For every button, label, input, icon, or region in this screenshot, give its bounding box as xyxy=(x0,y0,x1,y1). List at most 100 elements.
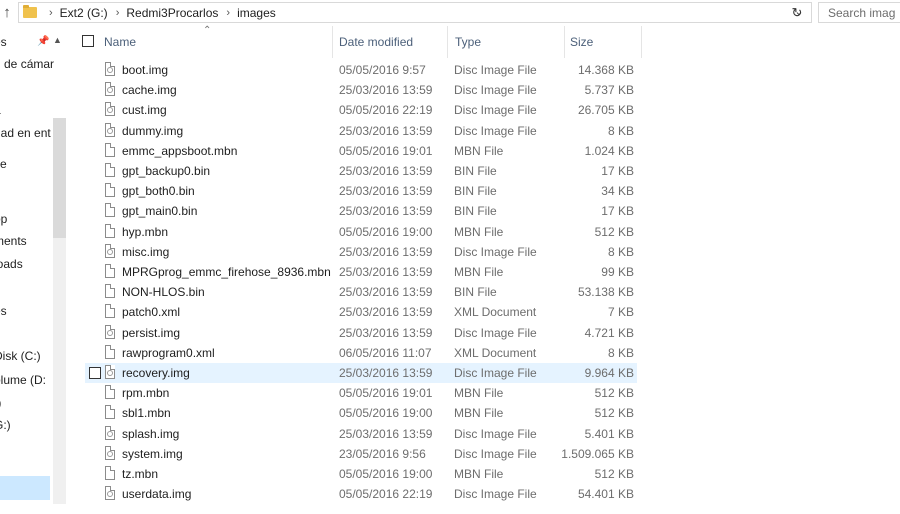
nav-item[interactable]: a xyxy=(0,100,1,120)
breadcrumb-item-folder[interactable]: Redmi3Procarlos xyxy=(126,6,218,20)
disc-icon-detail xyxy=(107,450,113,457)
file-size: 1.509.065 KB xyxy=(561,446,634,461)
column-header-name[interactable]: Name xyxy=(96,26,333,58)
nav-item[interactable]: n de cámar xyxy=(0,54,54,74)
nav-scrollbar-thumb[interactable] xyxy=(53,118,66,238)
file-type: BIN File xyxy=(454,204,497,219)
file-row[interactable]: gpt_both0.bin 25/03/2016 13:59 BIN File 34 … xyxy=(85,181,637,201)
file-row[interactable]: misc.img 25/03/2016 13:59 Disc Image File 8… xyxy=(85,242,637,262)
file-date: 25/03/2016 13:59 xyxy=(339,285,433,300)
file-name: MPRGprog_emmc_firehose_8936.mbn xyxy=(122,265,331,279)
file-size: 54.401 KB xyxy=(577,487,634,502)
xml-icon xyxy=(105,344,115,359)
nav-item[interactable]: G:) xyxy=(0,415,11,435)
file-date: 05/05/2016 19:00 xyxy=(339,224,433,239)
file-row[interactable]: system.img 23/05/2016 9:56 Disc Image File… xyxy=(85,444,637,464)
column-header-row: ⌃ Name Date modified Type Size xyxy=(80,25,642,58)
file-type: MBN File xyxy=(454,406,504,421)
file-date: 25/03/2016 13:59 xyxy=(339,366,433,380)
column-header-size[interactable]: Size xyxy=(562,26,642,58)
file-row[interactable]: emmc_appsboot.mbn 05/05/2016 19:01 MBN Fil… xyxy=(85,141,637,161)
file-name: rawprogram0.xml xyxy=(122,345,215,360)
file-row[interactable]: patch0.xml 25/03/2016 13:59 XML Document 7 … xyxy=(85,302,637,322)
column-header-type[interactable]: Type xyxy=(447,26,565,58)
file-size: 14.368 KB xyxy=(577,63,634,77)
file-date: 23/05/2016 9:56 xyxy=(339,446,426,461)
refresh-icon[interactable]: ↻ xyxy=(787,2,807,23)
file-name: misc.img xyxy=(122,244,170,259)
nav-item[interactable]: op xyxy=(0,209,7,229)
file-size: 512 KB xyxy=(594,224,634,239)
nav-item[interactable]: es xyxy=(0,32,7,52)
row-checkbox[interactable] xyxy=(89,367,101,379)
nav-item[interactable]: Disk (C:) xyxy=(0,346,41,366)
disc-image-icon xyxy=(105,324,115,339)
file-row[interactable]: gpt_backup0.bin 25/03/2016 13:59 BIN File 1… xyxy=(85,161,637,181)
file-type: Disc Image File xyxy=(454,366,537,380)
pin-icon[interactable]: 📌 xyxy=(37,36,49,47)
file-type: BIN File xyxy=(454,184,497,199)
column-header-date[interactable]: Date modified xyxy=(331,26,448,58)
file-size: 512 KB xyxy=(594,467,634,481)
file-size: 5.401 KB xyxy=(584,426,634,441)
file-name: NON-HLOS.bin xyxy=(122,285,205,300)
select-all-checkbox[interactable] xyxy=(82,35,94,47)
file-row[interactable]: persist.img 25/03/2016 13:59 Disc Image Fi… xyxy=(85,323,637,343)
file-row[interactable]: MPRGprog_emmc_firehose_8936.mbn 25/03/201… xyxy=(85,262,637,282)
file-name: boot.img xyxy=(122,63,169,77)
nav-item[interactable]: :) xyxy=(0,393,1,413)
file-date: 25/03/2016 13:59 xyxy=(339,325,433,340)
file-name: userdata.img xyxy=(122,487,192,502)
file-row[interactable]: sbl1.mbn 05/05/2016 19:00 MBN File 512 KB xyxy=(85,403,637,423)
file-size: 17 KB xyxy=(601,164,634,178)
file-row[interactable]: gpt_main0.bin 25/03/2016 13:59 BIN File 17 … xyxy=(85,201,637,221)
file-date: 25/03/2016 13:59 xyxy=(339,244,433,259)
file-date: 25/03/2016 13:59 xyxy=(339,83,433,98)
file-name: persist.img xyxy=(122,325,181,340)
disc-icon-detail xyxy=(107,127,113,134)
chevron-right-icon[interactable]: › xyxy=(116,7,120,19)
file-date: 06/05/2016 11:07 xyxy=(339,345,432,360)
disc-icon-detail xyxy=(107,248,113,255)
nav-item[interactable]: olume (D: xyxy=(0,370,46,390)
disc-image-icon xyxy=(105,243,115,258)
breadcrumb-item-current[interactable]: images xyxy=(237,6,276,20)
file-type: MBN File xyxy=(454,386,504,401)
chevron-right-icon[interactable]: › xyxy=(49,7,53,19)
file-row[interactable]: tz.mbn 05/05/2016 19:00 MBN File 512 KB xyxy=(85,464,637,484)
scroll-up-arrow-icon[interactable]: ▲ xyxy=(53,35,62,45)
file-row[interactable]: cache.img 25/03/2016 13:59 Disc Image File… xyxy=(85,80,637,100)
nav-item[interactable]: ve xyxy=(0,154,7,174)
file-row[interactable]: dummy.img 25/03/2016 13:59 Disc Image File… xyxy=(85,121,637,141)
file-row[interactable]: rawprogram0.xml 06/05/2016 11:07 XML Docum… xyxy=(85,343,637,363)
up-arrow-icon[interactable]: ↑ xyxy=(0,3,14,23)
file-row[interactable]: splash.img 25/03/2016 13:59 Disc Image Fil… xyxy=(85,424,637,444)
file-row[interactable]: cust.img 05/05/2016 22:19 Disc Image File 2… xyxy=(85,100,637,120)
file-date: 25/03/2016 13:59 xyxy=(339,164,433,178)
file-row[interactable]: recovery.img 25/03/2016 13:59 Disc Image F… xyxy=(85,363,637,383)
file-size: 26.705 KB xyxy=(577,103,634,118)
file-row[interactable]: rpm.mbn 05/05/2016 19:01 MBN File 512 KB xyxy=(85,383,637,403)
disc-image-icon xyxy=(105,425,115,440)
file-type: Disc Image File xyxy=(454,63,537,77)
nav-item[interactable]: loads xyxy=(0,254,23,274)
nav-item[interactable]: es xyxy=(0,301,7,321)
address-box[interactable]: › Ext2 (G:) › Redmi3Procarlos › images ⌄ xyxy=(18,2,812,23)
chevron-right-icon[interactable]: › xyxy=(226,7,230,19)
nav-item[interactable]: ments xyxy=(0,231,27,251)
address-bar: ↑ › Ext2 (G:) › Redmi3Procarlos › images… xyxy=(0,0,900,26)
file-date: 05/05/2016 19:00 xyxy=(339,406,433,421)
file-icon xyxy=(105,223,115,238)
disc-icon-detail xyxy=(107,107,113,114)
file-size: 7 KB xyxy=(607,305,634,320)
file-row[interactable]: boot.img 05/05/2016 9:57 Disc Image File 14… xyxy=(85,60,637,80)
file-row[interactable]: NON-HLOS.bin 25/03/2016 13:59 BIN File 53.1… xyxy=(85,282,637,302)
file-type: Disc Image File xyxy=(454,123,537,138)
nav-item[interactable]: dad en ent xyxy=(0,123,51,143)
file-icon xyxy=(105,264,115,278)
breadcrumb-item-drive[interactable]: Ext2 (G:) xyxy=(60,6,108,20)
file-row[interactable]: hyp.mbn 05/05/2016 19:00 MBN File 512 KB xyxy=(85,222,637,242)
file-row[interactable]: userdata.img 05/05/2016 22:19 Disc Image F… xyxy=(85,484,637,504)
file-type: MBN File xyxy=(454,224,504,239)
search-input[interactable]: Search imag xyxy=(818,2,900,23)
